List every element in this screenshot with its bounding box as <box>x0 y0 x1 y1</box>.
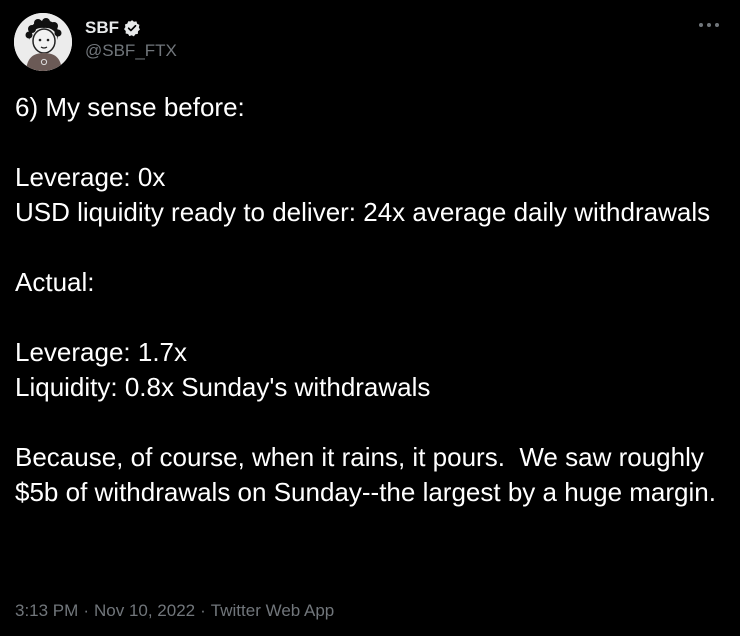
meta-separator: · <box>200 601 206 620</box>
tweet-meta: 3:13 PM · Nov 10, 2022 · Twitter Web App <box>15 601 334 621</box>
verified-badge-icon <box>123 19 141 37</box>
author-handle[interactable]: @SBF_FTX <box>85 41 177 61</box>
paragraph-spacer <box>15 125 730 160</box>
tweet-paragraph: Leverage: 1.7x Liquidity: 0.8x Sunday's … <box>15 337 431 402</box>
display-name-row: SBF <box>85 17 177 39</box>
tweet-paragraph: Leverage: 0x USD liquidity ready to deli… <box>15 162 711 227</box>
tweet-text: 6) My sense before: Leverage: 0x USD liq… <box>15 90 730 510</box>
tweet-paragraph: Because, of course, when it rains, it po… <box>15 442 716 507</box>
paragraph-spacer <box>15 230 730 265</box>
meta-separator: · <box>83 601 89 620</box>
tweet-date[interactable]: Nov 10, 2022 <box>94 601 195 621</box>
tweet-card: SBF @SBF_FTX 6) My sense before: Leverag… <box>0 0 740 636</box>
tweet-source[interactable]: Twitter Web App <box>211 601 334 621</box>
tweet-time[interactable]: 3:13 PM <box>15 601 78 621</box>
tweet-header: SBF @SBF_FTX <box>14 13 177 71</box>
avatar-icon[interactable] <box>14 13 72 71</box>
display-name[interactable]: SBF <box>85 18 119 38</box>
tweet-paragraph: 6) My sense before: <box>15 92 245 122</box>
more-options-icon[interactable] <box>696 14 722 36</box>
tweet-paragraph: Actual: <box>15 267 95 297</box>
paragraph-spacer <box>15 405 730 440</box>
paragraph-spacer <box>15 300 730 335</box>
author-names: SBF @SBF_FTX <box>85 17 177 61</box>
